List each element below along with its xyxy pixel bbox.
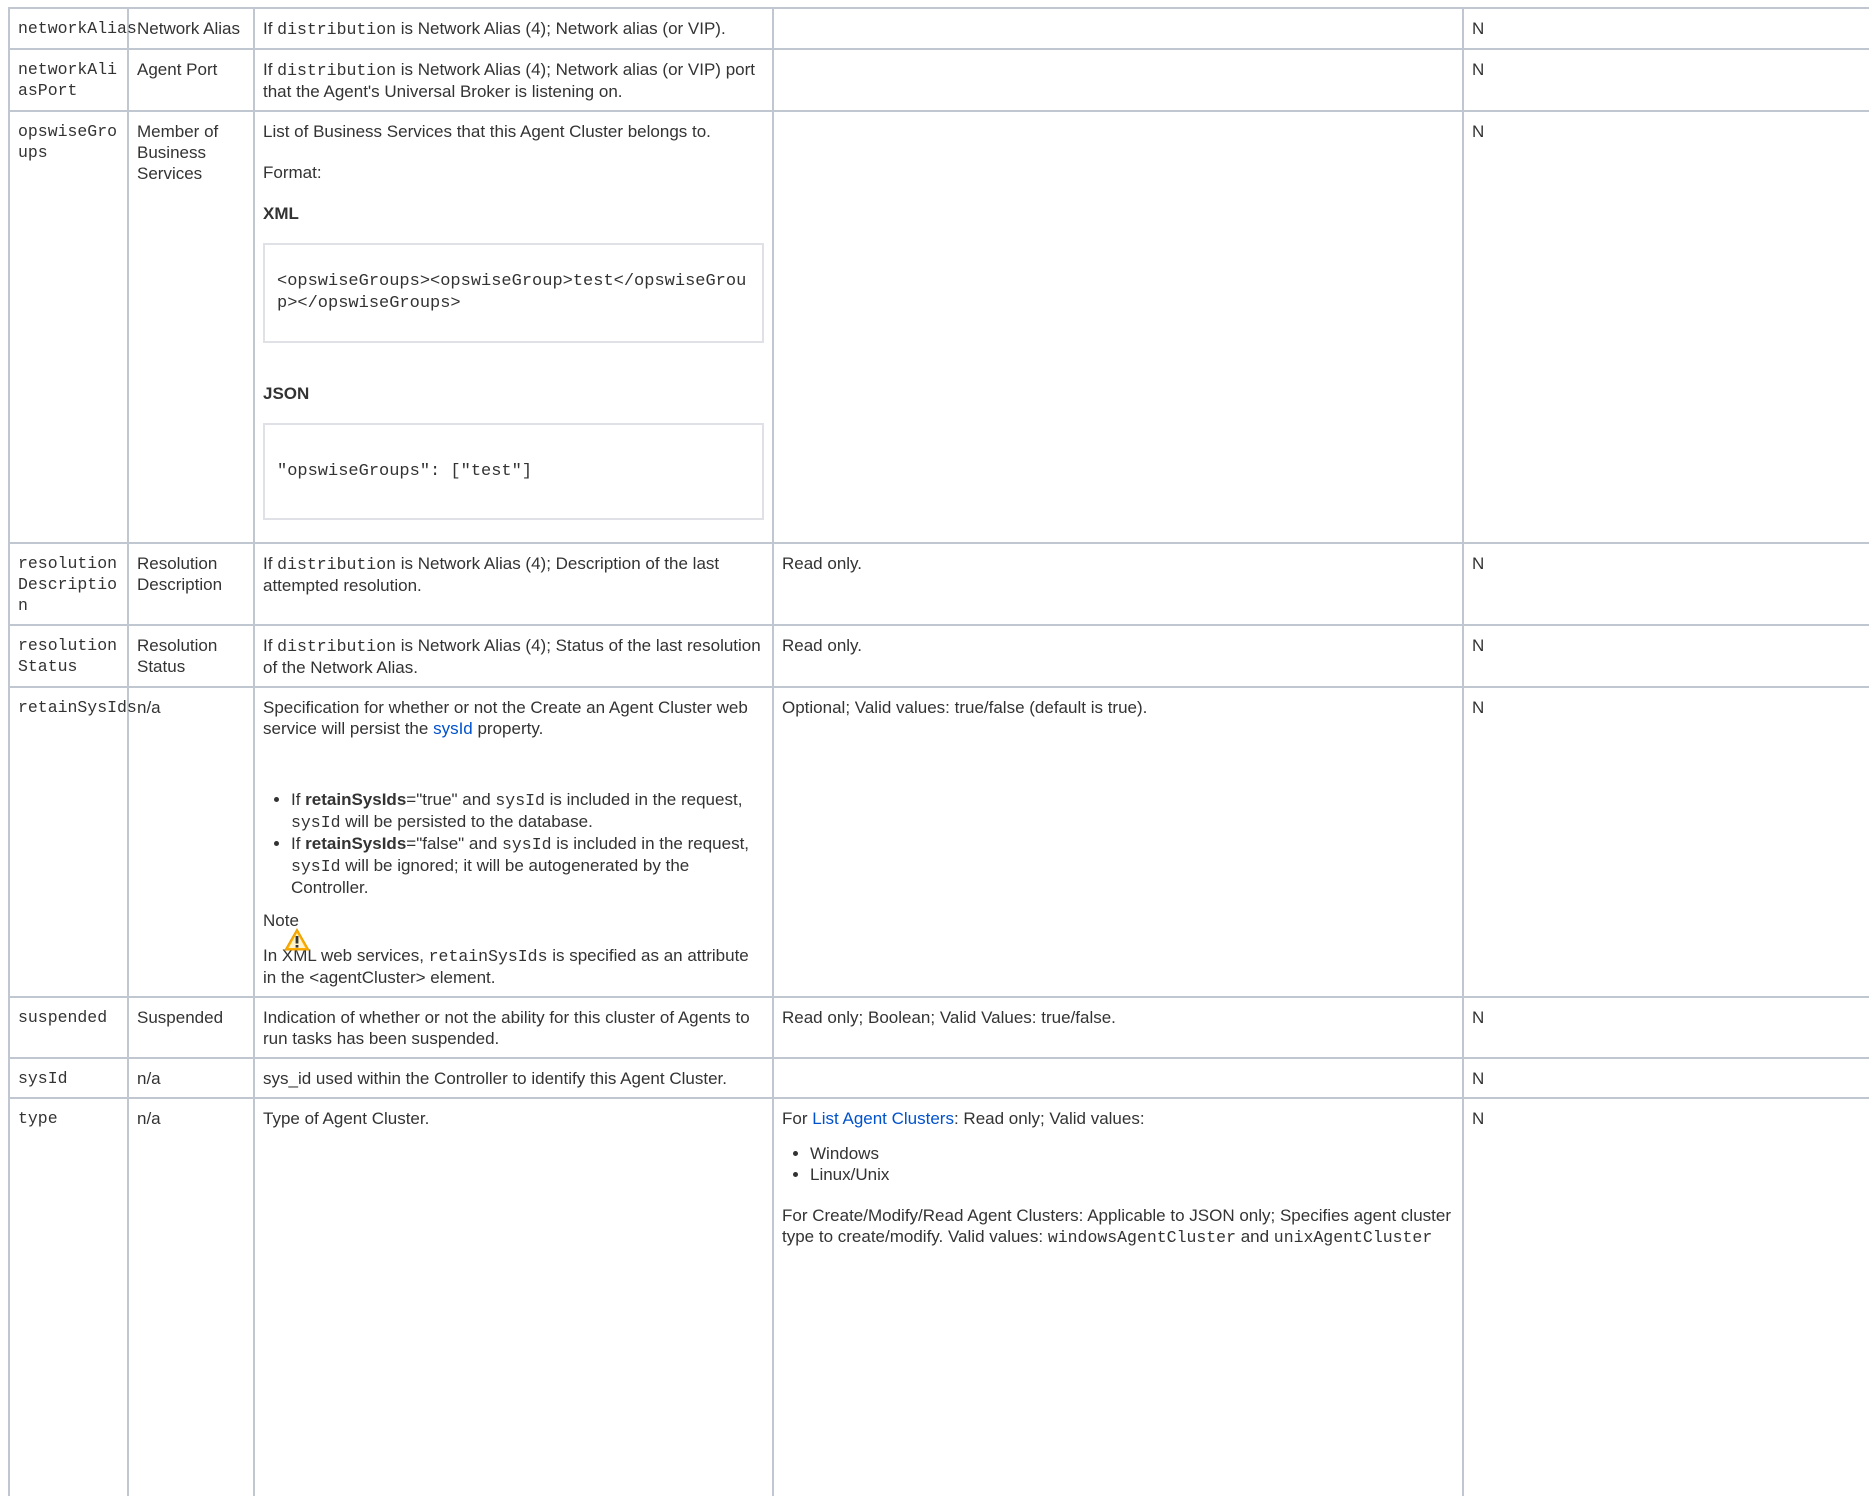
property-specifications: Optional; Valid values: true/false (defa… — [772, 686, 1464, 998]
property-name: networkAlias — [8, 7, 137, 50]
property-name: networkAliasPort — [8, 48, 129, 112]
property-specifications — [772, 7, 1464, 50]
property-name: retainSysIds — [8, 686, 137, 998]
note-panel: Note In XML web services, retainSysIds i… — [263, 910, 764, 988]
property-description: sys_id used within the Controller to ide… — [253, 1057, 774, 1099]
table-row: resolutionStatus Resolution Status If di… — [8, 624, 1869, 688]
property-required: N — [1462, 542, 1869, 626]
property-label: n/a — [127, 1057, 255, 1099]
property-name: opswiseGroups — [8, 110, 129, 544]
property-label: Network Alias — [127, 7, 255, 50]
property-required: N — [1462, 48, 1869, 112]
property-label: Member of Business Services — [127, 110, 255, 544]
property-specifications: For List Agent Clusters: Read only; Vali… — [772, 1097, 1464, 1496]
table-row: networkAliasPort Agent Port If distribut… — [8, 48, 1869, 112]
property-specifications: Read only. — [772, 624, 1464, 688]
property-name: resolutionDescription — [8, 542, 129, 626]
list-agent-clusters-link[interactable]: List Agent Clusters — [812, 1109, 954, 1128]
property-name: suspended — [8, 996, 129, 1059]
property-name: resolutionStatus — [8, 624, 129, 688]
property-required: N — [1462, 110, 1869, 544]
property-description: Specification for whether or not the Cre… — [253, 686, 774, 998]
property-label: Resolution Status — [127, 624, 255, 688]
table-row: type n/a Type of Agent Cluster. For List… — [8, 1097, 1869, 1496]
list-item: Linux/Unix — [810, 1164, 1454, 1185]
property-label: Suspended — [127, 996, 255, 1059]
list-item: If retainSysIds="true" and sysId is incl… — [291, 789, 764, 833]
property-specifications — [772, 1057, 1464, 1099]
property-description: If distribution is Network Alias (4); De… — [253, 542, 774, 626]
property-required: N — [1462, 1057, 1869, 1099]
table-row: networkAlias Network Alias If distributi… — [8, 7, 1869, 50]
list-item: If retainSysIds="false" and sysId is inc… — [291, 833, 764, 898]
json-heading: JSON — [263, 384, 310, 403]
property-required: N — [1462, 624, 1869, 688]
property-specifications — [772, 48, 1464, 112]
table-row: sysId n/a sys_id used within the Control… — [8, 1057, 1869, 1099]
property-specifications: Read only. — [772, 542, 1464, 626]
property-name: sysId — [8, 1057, 129, 1099]
property-label: n/a — [127, 686, 255, 998]
json-code-block: "opswiseGroups": ["test"] — [263, 423, 764, 520]
property-description: Indication of whether or not the ability… — [253, 996, 774, 1059]
property-specifications — [772, 110, 1464, 544]
format-label: Format: — [263, 163, 322, 182]
description-intro: List of Business Services that this Agen… — [263, 122, 711, 141]
property-required: N — [1462, 996, 1869, 1059]
table-row: resolutionDescription Resolution Descrip… — [8, 542, 1869, 626]
property-specifications: Read only; Boolean; Valid Values: true/f… — [772, 996, 1464, 1059]
list-item: Windows — [810, 1143, 1454, 1164]
property-required: N — [1462, 1097, 1869, 1496]
property-required: N — [1462, 686, 1869, 998]
property-description: If distribution is Network Alias (4); Ne… — [253, 48, 774, 112]
property-description: Type of Agent Cluster. — [253, 1097, 774, 1496]
properties-table: networkAlias Network Alias If distributi… — [8, 7, 1869, 1496]
property-label: Agent Port — [127, 48, 255, 112]
retain-sysids-list: If retainSysIds="true" and sysId is incl… — [263, 789, 764, 898]
xml-heading: XML — [263, 204, 299, 223]
property-name: type — [8, 1097, 129, 1496]
property-required: N — [1462, 7, 1869, 50]
warning-icon — [283, 927, 311, 957]
type-values-list: Windows Linux/Unix — [782, 1143, 1454, 1185]
property-description: List of Business Services that this Agen… — [253, 110, 774, 544]
table-row: suspended Suspended Indication of whethe… — [8, 996, 1869, 1059]
property-label: Resolution Description — [127, 542, 255, 626]
xml-code-block: <opswiseGroups><opswiseGroup>test</opswi… — [263, 243, 764, 343]
property-label: n/a — [127, 1097, 255, 1496]
note-title: Note — [263, 911, 299, 930]
sysid-link[interactable]: sysId — [433, 719, 473, 738]
property-description: If distribution is Network Alias (4); Ne… — [253, 7, 774, 50]
table-row: retainSysIds n/a Specification for wheth… — [8, 686, 1869, 998]
property-description: If distribution is Network Alias (4); St… — [253, 624, 774, 688]
table-row: opswiseGroups Member of Business Service… — [8, 110, 1869, 544]
